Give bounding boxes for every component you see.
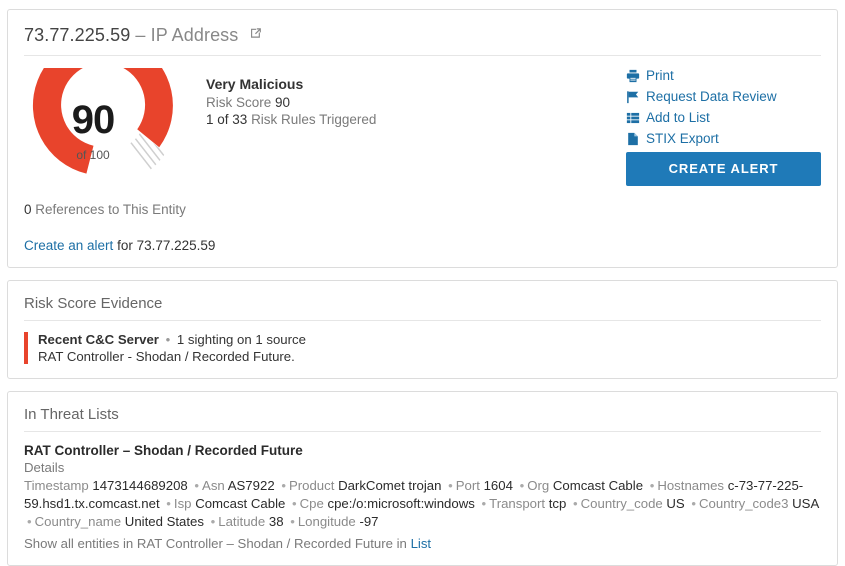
page-root: 73.77.225.59 – IP Address: [0, 0, 845, 557]
create-alert-suffix: for 73.77.225.59: [117, 238, 215, 253]
risk-gauge: 90 of 100: [24, 64, 184, 176]
risk-rules-label: Risk Rules Triggered: [251, 112, 376, 127]
field-separator: •: [163, 496, 174, 511]
printer-icon: [626, 69, 646, 83]
field-key: Cpe: [300, 496, 328, 511]
field-value: DarkComet trojan: [338, 478, 441, 493]
request-data-review-label: Request Data Review: [646, 89, 777, 104]
action-panel: Print Request Data Review: [626, 64, 821, 186]
risk-gauge-graphic: 90 of 100: [24, 68, 176, 176]
add-to-list-link[interactable]: Add to List: [626, 110, 821, 125]
threat-list-field-block: Timestamp 1473144689208 •Asn AS7922 •Pro…: [24, 477, 821, 531]
field-separator: •: [479, 496, 490, 511]
field-separator: •: [24, 514, 35, 529]
threat-list-details-label: Details: [24, 460, 821, 475]
field-separator: •: [208, 514, 219, 529]
entity-kind: IP Address: [151, 25, 239, 45]
field-value: 1473144689208: [92, 478, 187, 493]
field-value: US: [666, 496, 684, 511]
create-alert-prompt: Create an alert for 73.77.225.59: [24, 238, 821, 253]
field-separator: •: [289, 496, 300, 511]
field-separator: •: [278, 478, 289, 493]
create-alert-button[interactable]: CREATE ALERT: [626, 152, 821, 186]
evidence-separator: •: [163, 332, 174, 347]
field-key: Hostnames: [657, 478, 727, 493]
show-all-entities-prefix: Show all entities in RAT Controller – Sh…: [24, 536, 407, 551]
field-value: USA: [792, 496, 818, 511]
field-value: Comcast Cable: [195, 496, 285, 511]
risk-score-evidence-card: Risk Score Evidence Recent C&C Server • …: [7, 280, 838, 379]
evidence-description: RAT Controller - Shodan / Recorded Futur…: [38, 349, 821, 364]
gauge-score-max: of 100: [24, 148, 162, 162]
field-value: cpe:/o:microsoft:windows: [328, 496, 475, 511]
field-key: Transport: [489, 496, 549, 511]
risk-score-label: Risk Score: [206, 95, 271, 110]
field-key: Port: [456, 478, 484, 493]
field-separator: •: [287, 514, 298, 529]
field-value: Comcast Cable: [553, 478, 643, 493]
show-all-entities-link[interactable]: List: [411, 536, 432, 551]
list-grid-icon: [626, 111, 646, 125]
document-icon: [626, 132, 646, 146]
field-key: Latitude: [218, 514, 269, 529]
in-threat-lists-card: In Threat Lists RAT Controller – Shodan …: [7, 391, 838, 566]
field-value: tcp: [549, 496, 567, 511]
field-value: AS7922: [228, 478, 275, 493]
entity-summary-card: 73.77.225.59 – IP Address: [7, 9, 838, 268]
stix-export-label: STIX Export: [646, 131, 719, 146]
summary-row: 90 of 100 Very Malicious Risk Score 90 1…: [24, 56, 821, 186]
threat-list-name: RAT Controller – Shodan / Recorded Futur…: [24, 443, 821, 458]
risk-score-value: 90: [275, 95, 290, 110]
field-value: -97: [359, 514, 378, 529]
title-dash: –: [135, 25, 145, 45]
field-separator: •: [647, 478, 658, 493]
field-key: Country_code3: [699, 496, 792, 511]
field-key: Country_name: [35, 514, 125, 529]
field-value: 38: [269, 514, 284, 529]
field-separator: •: [191, 478, 202, 493]
field-key: Asn: [202, 478, 228, 493]
evidence-rule-name: Recent C&C Server: [38, 332, 159, 347]
show-all-entities-line: Show all entities in RAT Controller – Sh…: [24, 536, 821, 551]
risk-score-line: Risk Score 90: [206, 95, 626, 110]
references-label: References to This Entity: [35, 202, 186, 217]
field-value: 1604: [484, 478, 513, 493]
stix-export-link[interactable]: STIX Export: [626, 131, 821, 146]
print-link[interactable]: Print: [626, 68, 821, 83]
field-key: Org: [527, 478, 553, 493]
field-key: Timestamp: [24, 478, 92, 493]
references-count: 0: [24, 202, 32, 217]
request-data-review-link[interactable]: Request Data Review: [626, 89, 821, 104]
field-separator: •: [570, 496, 581, 511]
evidence-sighting-count: 1 sighting on 1 source: [177, 332, 306, 347]
risk-rules-count: 1 of 33: [206, 112, 247, 127]
references-line: 0 References to This Entity: [24, 202, 821, 217]
evidence-item: Recent C&C Server • 1 sighting on 1 sour…: [24, 332, 821, 364]
field-key: Isp: [174, 496, 195, 511]
risk-summary-text: Very Malicious Risk Score 90 1 of 33 Ris…: [184, 64, 626, 127]
field-key: Product: [289, 478, 338, 493]
field-key: Longitude: [298, 514, 360, 529]
add-to-list-label: Add to List: [646, 110, 710, 125]
gauge-score-value: 90: [24, 100, 162, 140]
create-an-alert-link[interactable]: Create an alert: [24, 238, 113, 253]
field-key: Country_code: [581, 496, 667, 511]
risk-verdict: Very Malicious: [206, 76, 626, 92]
entity-ip: 73.77.225.59: [24, 25, 130, 45]
page-title: 73.77.225.59 – IP Address: [24, 24, 821, 56]
field-separator: •: [445, 478, 456, 493]
field-separator: •: [688, 496, 699, 511]
external-link-icon[interactable]: [249, 24, 262, 45]
risk-score-evidence-title: Risk Score Evidence: [24, 295, 821, 321]
field-value: United States: [125, 514, 204, 529]
evidence-header: Recent C&C Server • 1 sighting on 1 sour…: [38, 332, 821, 347]
flag-icon: [626, 90, 646, 104]
in-threat-lists-title: In Threat Lists: [24, 406, 821, 432]
risk-rules-line: 1 of 33 Risk Rules Triggered: [206, 112, 626, 127]
field-separator: •: [517, 478, 528, 493]
print-link-label: Print: [646, 68, 674, 83]
